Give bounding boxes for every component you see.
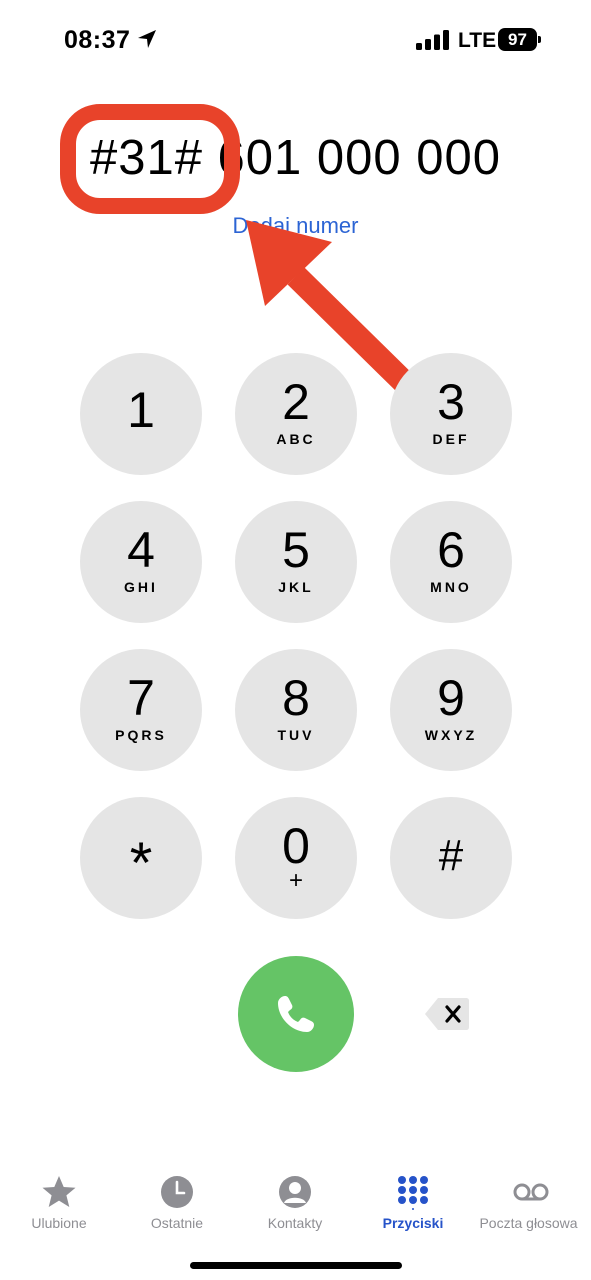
key-letters: MNO [430,579,472,595]
tab-label: Kontakty [267,1215,323,1231]
key-digit: 4 [127,522,155,578]
keypad-icon [398,1176,428,1210]
person-icon [279,1176,311,1208]
key-digit: 7 [127,670,155,726]
key-digit: # [438,831,464,880]
key-letters: JKL [278,579,314,595]
key-8[interactable]: 8 TUV [235,649,357,771]
key-letters: DEF [432,431,470,447]
tab-label: Ulubione [31,1215,87,1231]
key-letters: GHI [124,579,158,595]
call-button[interactable] [238,956,354,1072]
cellular-signal-icon [416,30,449,50]
clock-icon [161,1176,193,1208]
key-digit: 5 [282,522,310,578]
key-digit: 2 [282,374,310,430]
key-letters: WXYZ [424,727,478,743]
backspace-icon[interactable] [424,996,470,1032]
key-letters: ABC [276,431,316,447]
key-0[interactable]: 0 + [235,797,357,919]
key-digit: 8 [282,670,310,726]
key-6[interactable]: 6 MNO [390,501,512,623]
battery-icon: 97 [498,28,542,51]
key-3[interactable]: 3 DEF [390,353,512,475]
key-digit: 9 [437,670,465,726]
key-letters: PQRS [115,727,167,743]
key-digit: 0 [282,818,310,874]
tab-label: Poczta głosowa [479,1215,578,1231]
key-hash[interactable]: # [390,797,512,919]
tab-label: Ostatnie [150,1215,204,1231]
tab-bar: Ulubione Ostatnie Kontakty Przyciski Poc… [0,1168,591,1238]
key-4[interactable]: 4 GHI [80,501,202,623]
status-time: 08:37 [64,26,131,54]
key-letters: TUV [277,727,315,743]
key-digit: * [129,831,153,896]
key-digit: 1 [127,382,155,438]
battery-level: 97 [508,30,527,49]
location-arrow-icon [138,30,156,48]
add-number-link[interactable]: Dodaj numer [0,213,591,239]
key-5[interactable]: 5 JKL [235,501,357,623]
phone-icon [278,996,314,1032]
key-star[interactable]: * [80,797,202,919]
tab-recents[interactable]: Ostatnie [118,1168,236,1238]
status-bar: 08:37 LTE 97 [0,0,591,80]
key-digit: 3 [437,374,465,430]
key-2[interactable]: 2 ABC [235,353,357,475]
key-digit: 6 [437,522,465,578]
key-1[interactable]: 1 [80,353,202,475]
tab-favorites[interactable]: Ulubione [0,1168,118,1238]
star-icon [42,1176,76,1207]
dialed-number: #31# 601 000 000 [89,131,502,185]
key-7[interactable]: 7 PQRS [80,649,202,771]
home-indicator [190,1262,402,1269]
tab-label: Przyciski [382,1215,444,1231]
tab-contacts[interactable]: Kontakty [236,1168,354,1238]
tab-voicemail[interactable]: Poczta głosowa [472,1168,591,1238]
key-9[interactable]: 9 WXYZ [390,649,512,771]
annotation-overlay [60,104,421,399]
key-letters: + [288,867,303,894]
tab-keypad[interactable]: Przyciski [354,1168,472,1238]
network-type: LTE [458,29,497,52]
voicemail-icon [513,1183,549,1201]
